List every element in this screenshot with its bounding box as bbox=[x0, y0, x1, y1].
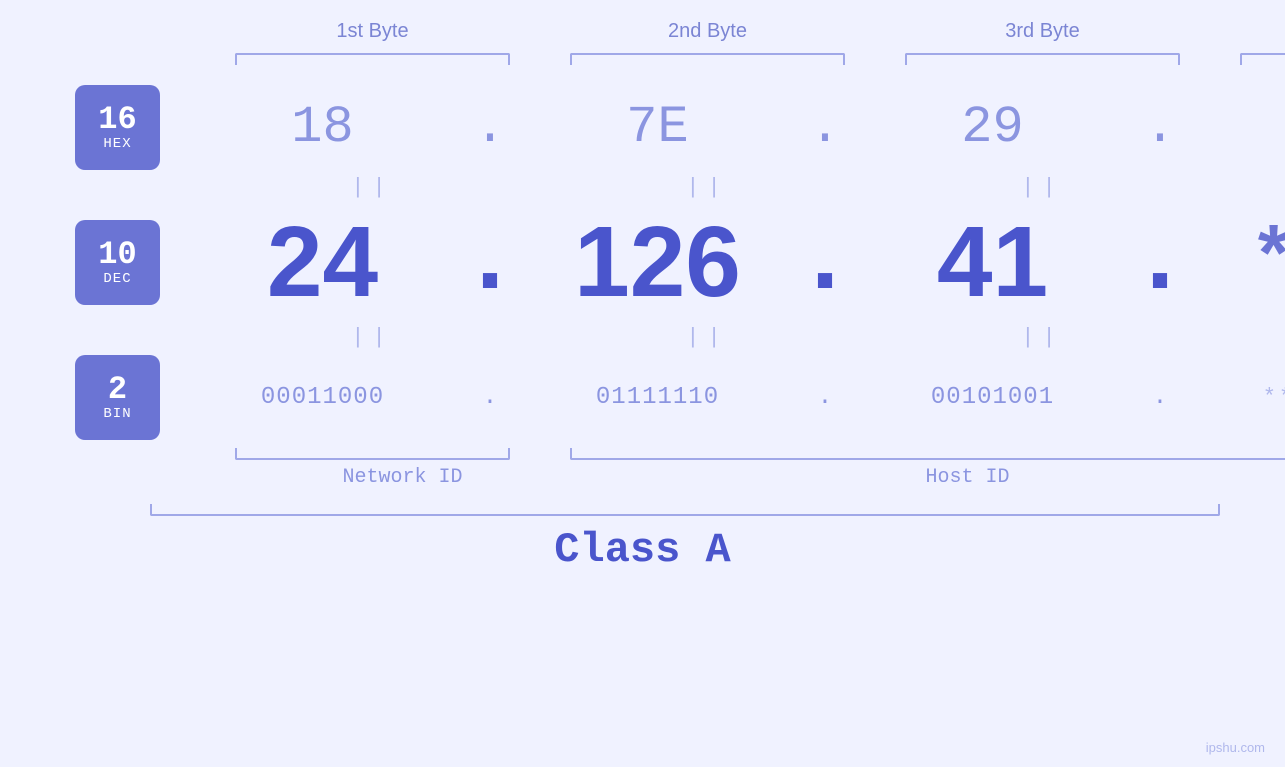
byte3-label: 3rd Byte bbox=[905, 20, 1180, 43]
header-row: 1st Byte 2nd Byte 3rd Byte 4th Byte bbox=[0, 20, 1285, 43]
byte4-label: 4th Byte bbox=[1240, 20, 1285, 43]
bin-b4: ******** bbox=[1263, 385, 1285, 410]
dec-badge: 10 DEC bbox=[75, 220, 160, 305]
eq1-b3: || bbox=[905, 175, 1180, 200]
bin-dot3: . bbox=[1153, 384, 1167, 411]
bin-badge: 2 BIN bbox=[75, 355, 160, 440]
hex-badge-num: 16 bbox=[98, 104, 136, 136]
bin-dot1: . bbox=[483, 384, 497, 411]
byte1-label: 1st Byte bbox=[235, 20, 510, 43]
hex-b3: 29 bbox=[961, 98, 1023, 157]
bracket-byte4 bbox=[1240, 53, 1285, 65]
main-container: 1st Byte 2nd Byte 3rd Byte 4th Byte 16 H… bbox=[0, 0, 1285, 767]
hex-b1: 18 bbox=[291, 98, 353, 157]
class-label: Class A bbox=[554, 526, 730, 574]
dec-dot3: . bbox=[1130, 206, 1190, 319]
dec-dot1: . bbox=[460, 206, 520, 319]
bracket-byte3 bbox=[905, 53, 1180, 65]
dec-data-row: 10 DEC 24 . 126 . 41 . *** bbox=[0, 205, 1285, 320]
bin-data-row: 2 BIN 00011000 . 01111110 . 00101001 . *… bbox=[0, 355, 1285, 440]
top-bracket-row bbox=[0, 53, 1285, 65]
byte2-label: 2nd Byte bbox=[570, 20, 845, 43]
hex-data-row: 16 HEX 18 . 7E . 29 . ** bbox=[0, 85, 1285, 170]
dec-b1: 24 bbox=[267, 206, 378, 318]
bottom-bracket-row bbox=[0, 448, 1285, 460]
bin-badge-num: 2 bbox=[108, 374, 127, 406]
equals-row-2: || || || || bbox=[0, 325, 1285, 350]
dec-dot2: . bbox=[795, 206, 855, 319]
eq1-b1: || bbox=[235, 175, 510, 200]
bottom-bracket-host bbox=[570, 448, 1285, 460]
equals-row-1: || || || || bbox=[0, 175, 1285, 200]
eq2-b1: || bbox=[235, 325, 510, 350]
bracket-byte2 bbox=[570, 53, 845, 65]
bin-b2: 01111110 bbox=[596, 384, 719, 411]
hex-badge: 16 HEX bbox=[75, 85, 160, 170]
eq2-b4: || bbox=[1240, 325, 1285, 350]
dec-b3: 41 bbox=[937, 206, 1048, 318]
bin-b1: 00011000 bbox=[261, 384, 384, 411]
dec-badge-num: 10 bbox=[98, 239, 136, 271]
id-label-row: Network ID Host ID bbox=[0, 466, 1285, 489]
hex-b2: 7E bbox=[626, 98, 688, 157]
hex-dot2: . bbox=[809, 98, 840, 157]
dec-b4: *** bbox=[1250, 217, 1285, 308]
hex-dot3: . bbox=[1144, 98, 1175, 157]
watermark: ipshu.com bbox=[1206, 740, 1265, 755]
dec-b2: 126 bbox=[574, 206, 741, 318]
bin-dot2: . bbox=[818, 384, 832, 411]
bin-badge-label: BIN bbox=[103, 406, 131, 422]
hex-dot1: . bbox=[474, 98, 505, 157]
dec-badge-label: DEC bbox=[103, 271, 131, 287]
class-bracket-row bbox=[0, 504, 1285, 516]
bracket-byte1 bbox=[235, 53, 510, 65]
host-id-label: Host ID bbox=[570, 466, 1285, 489]
eq1-b4: || bbox=[1240, 175, 1285, 200]
eq2-b3: || bbox=[905, 325, 1180, 350]
hex-badge-label: HEX bbox=[103, 136, 131, 152]
bottom-bracket-net bbox=[235, 448, 510, 460]
eq2-b2: || bbox=[570, 325, 845, 350]
class-bracket bbox=[150, 504, 1220, 516]
eq1-b2: || bbox=[570, 175, 845, 200]
class-label-row: Class A bbox=[0, 526, 1285, 574]
bin-b3: 00101001 bbox=[931, 384, 1054, 411]
network-id-label: Network ID bbox=[235, 466, 570, 489]
